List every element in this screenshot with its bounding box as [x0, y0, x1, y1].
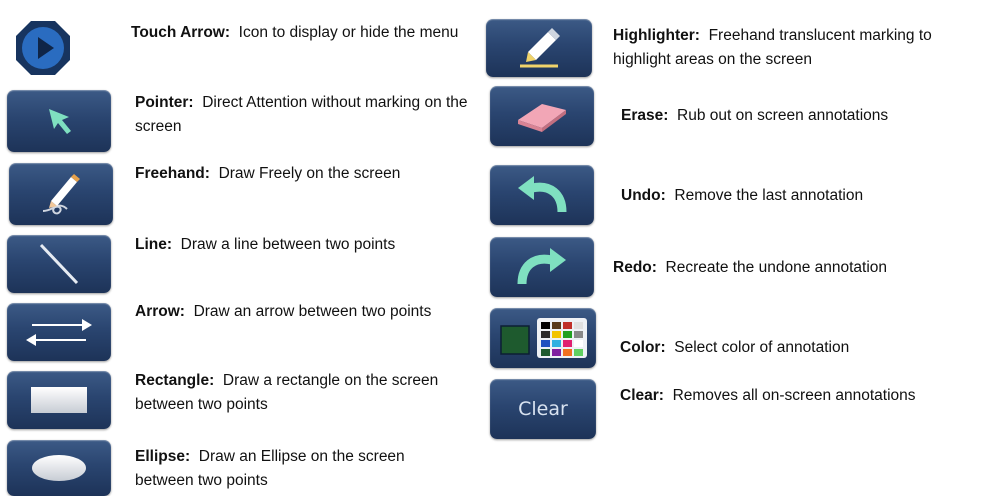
rectangle-icon [31, 387, 87, 413]
tool-desc-line: Line: Draw a line between two points [135, 236, 396, 253]
arrow-button[interactable] [7, 303, 111, 361]
line-icon [39, 243, 79, 285]
tool-desc-color: Color: Select color of annotation [620, 339, 850, 356]
tool-desc-undo: Undo: Remove the last annotation [621, 187, 864, 204]
line-button[interactable] [7, 235, 111, 293]
pointer-icon [49, 109, 71, 134]
tool-desc-pointer: Pointer: Direct Attention without markin… [135, 94, 468, 135]
color-button[interactable] [490, 308, 596, 368]
touch-arrow-icon [16, 21, 70, 75]
pointer-button[interactable] [7, 90, 111, 152]
tool-desc-touch-arrow: Touch Arrow: Icon to display or hide the… [131, 24, 459, 41]
color-palette-icon [500, 318, 587, 358]
freehand-icon [42, 174, 80, 215]
eraser-icon [518, 104, 566, 132]
highlighter-icon [520, 28, 560, 68]
undo-button[interactable] [490, 165, 594, 225]
tool-desc-highlighter: Highlighter: Freehand translucent markin… [613, 27, 932, 68]
tool-desc-ellipse: Ellipse: Draw an Ellipse on the screen b… [135, 448, 405, 489]
ellipse-button[interactable] [7, 440, 111, 496]
freehand-button[interactable] [9, 163, 113, 225]
tool-desc-arrow: Arrow: Draw an arrow between two points [135, 303, 432, 320]
undo-icon [518, 176, 567, 213]
arrow-icon [26, 319, 92, 346]
redo-button[interactable] [490, 237, 594, 297]
tool-desc-rectangle: Rectangle: Draw a rectangle on the scree… [135, 372, 439, 413]
tool-desc-erase: Erase: Rub out on screen annotations [621, 107, 889, 124]
highlighter-button[interactable] [486, 19, 592, 77]
rectangle-button[interactable] [7, 371, 111, 429]
tool-desc-redo: Redo: Recreate the undone annotation [613, 259, 888, 276]
erase-button[interactable] [490, 86, 594, 146]
clear-button[interactable]: Clear [490, 379, 596, 439]
tool-desc-clear: Clear: Removes all on-screen annotations [620, 387, 916, 404]
ellipse-icon [32, 455, 86, 481]
tool-desc-freehand: Freehand: Draw Freely on the screen [135, 165, 401, 182]
touch-arrow-button[interactable] [14, 19, 72, 77]
redo-icon [517, 248, 566, 285]
clear-icon: Clear [518, 398, 568, 420]
